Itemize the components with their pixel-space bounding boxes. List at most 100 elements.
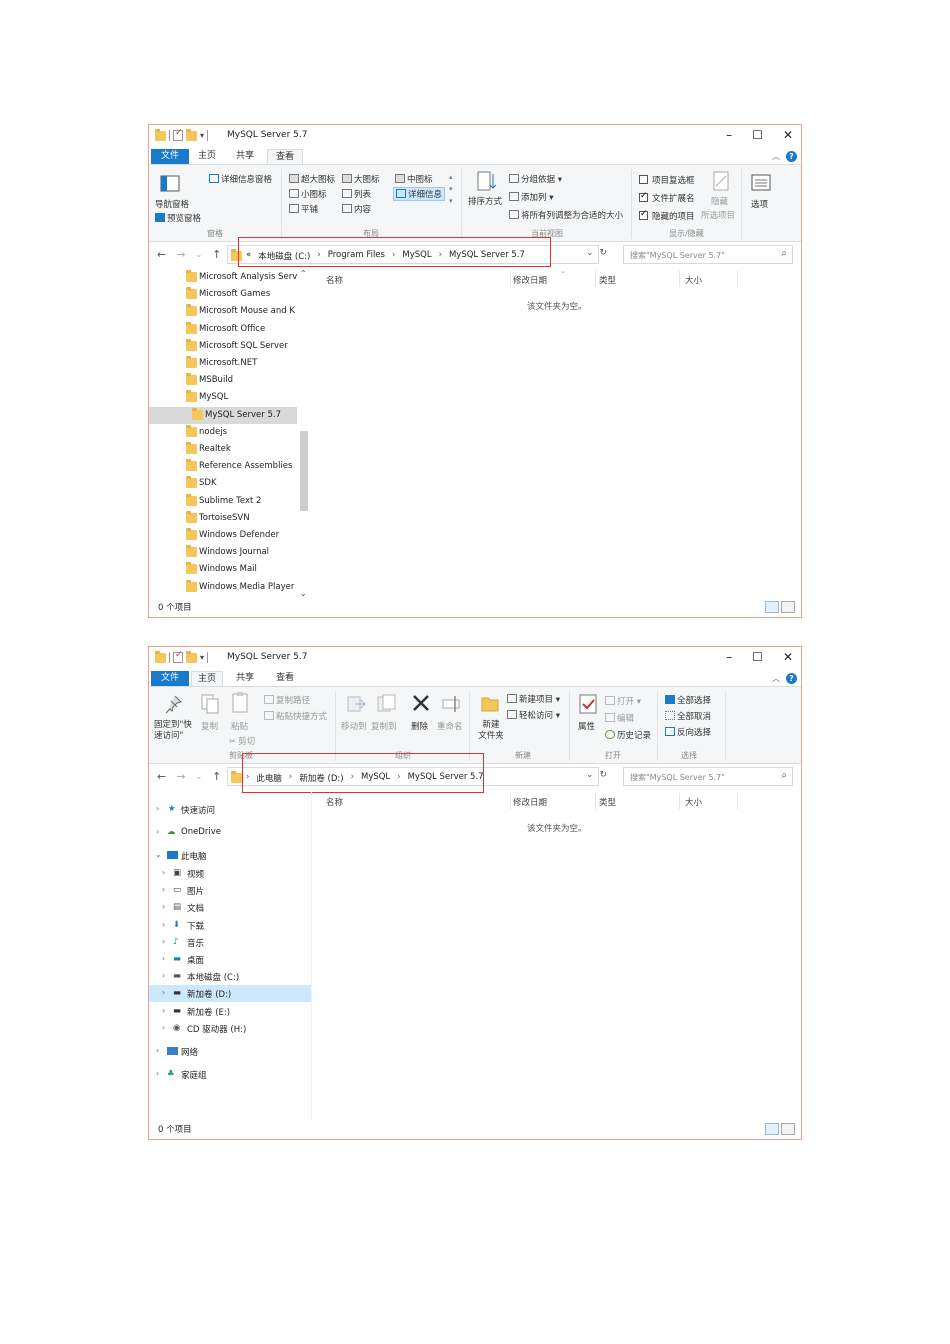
preview-pane-button[interactable]: 预览窗格 [155, 212, 201, 224]
tree-item-pc-child[interactable]: › ▬ 新加卷 (D:) [149, 985, 311, 1003]
expand-arrow-icon[interactable]: › [162, 885, 165, 894]
help-icon[interactable]: ? [786, 673, 797, 684]
expand-arrow-icon[interactable]: › [156, 1046, 159, 1055]
properties-icon[interactable] [173, 650, 183, 663]
nav-folder-item[interactable]: Realtek [149, 441, 297, 458]
column-size[interactable]: 大小 [685, 274, 702, 286]
tab-share[interactable]: 共享 [229, 671, 261, 686]
navigation-pane-button[interactable]: 导航窗格 [155, 198, 189, 210]
nav-folder-item[interactable]: Microsoft.NET [149, 355, 297, 372]
column-name[interactable]: 名称 [326, 274, 343, 286]
nav-folder-item[interactable]: MySQL [149, 389, 297, 406]
large-icons-view-icon[interactable] [781, 601, 795, 613]
nav-folder-item[interactable]: Windows Defender [149, 527, 297, 544]
customize-dropdown-icon[interactable]: ▾ [200, 653, 204, 662]
nav-folder-item[interactable]: Microsoft Games [149, 286, 297, 303]
tree-item-onedrive[interactable]: › ☁ OneDrive [149, 824, 311, 841]
recent-dropdown-icon[interactable]: ⌄ [195, 248, 202, 261]
collapse-ribbon-icon[interactable]: ︿ [772, 673, 780, 684]
tree-item-pc-child[interactable]: › ▤ 文档 [149, 899, 311, 916]
nav-folder-item[interactable]: MySQL Server 5.7 [149, 406, 297, 424]
expand-arrow-icon[interactable]: › [162, 920, 165, 929]
content-option[interactable]: 内容 [342, 203, 371, 215]
tree-item-pc-child[interactable]: › ⬇ 下载 [149, 917, 311, 934]
item-checkboxes-toggle[interactable]: 项目复选框 [639, 174, 695, 186]
new-folder-icon[interactable] [186, 650, 197, 663]
paste-button[interactable]: 粘贴 [231, 720, 248, 732]
pin-to-quick-access-button[interactable]: 固定到"快速访问" [154, 720, 196, 742]
minimize-button[interactable]: – [726, 128, 732, 142]
nav-folder-item[interactable]: Windows Journal [149, 544, 297, 561]
maximize-button[interactable]: ☐ [752, 650, 763, 664]
close-button[interactable]: ✕ [783, 650, 793, 664]
hide-selected-label[interactable]: 隐藏 [711, 195, 728, 207]
hidden-items-toggle[interactable]: 隐藏的项目 [639, 209, 695, 222]
nav-folder-item[interactable]: Microsoft SQL Server [149, 338, 297, 355]
select-none-button[interactable]: 全部取消 [665, 710, 711, 722]
delete-button[interactable]: 删除 [411, 720, 428, 732]
expand-arrow-icon[interactable]: › [162, 971, 165, 980]
maximize-button[interactable]: ☐ [752, 128, 763, 142]
tree-item-pc-child[interactable]: › ▬ 桌面 [149, 951, 311, 968]
tab-view[interactable]: 查看 [267, 149, 303, 164]
nav-folder-item[interactable]: TortoiseSVN [149, 510, 297, 527]
size-all-columns-button[interactable]: 将所有列调整为合适的大小 [509, 209, 623, 221]
up-arrow-icon[interactable]: ↑ [212, 248, 221, 261]
move-to-button[interactable]: 移动到 [341, 720, 367, 732]
nav-folder-item[interactable]: Windows Media Player [149, 579, 297, 596]
list-option[interactable]: 列表 [342, 188, 371, 200]
tree-item-homegroup[interactable]: › ♣ 家庭组 [149, 1066, 311, 1083]
expand-arrow-icon[interactable]: › [162, 988, 165, 997]
vertical-scrollbar[interactable]: ⌃ ⌄ [299, 269, 309, 599]
forward-arrow-icon[interactable]: → [176, 770, 185, 783]
nav-folder-item[interactable]: SDK [149, 475, 297, 492]
search-box[interactable]: 搜索"MySQL Server 5.7" ⌕ [623, 245, 793, 264]
tree-item-pc-child[interactable]: › ♪ 音乐 [149, 934, 311, 951]
minimize-button[interactable]: – [726, 650, 732, 664]
details-view-icon[interactable] [765, 601, 779, 613]
copy-path-button[interactable]: 复制路径 [264, 694, 310, 706]
expand-arrow-icon[interactable]: › [162, 1023, 165, 1032]
tree-item-quick-access[interactable]: › ★ 快速访问 [149, 801, 311, 818]
help-icon[interactable]: ? [786, 151, 797, 162]
paste-shortcut-button[interactable]: 粘贴快捷方式 [264, 710, 327, 722]
tab-home[interactable]: 主页 [191, 149, 223, 164]
address-dropdown-icon[interactable]: ⌄ [586, 770, 594, 780]
collapse-ribbon-icon[interactable]: ︿ [772, 151, 780, 162]
large-icons-view-icon[interactable] [781, 1123, 795, 1135]
tree-item-pc-child[interactable]: › ◉ CD 驱动器 (H:) [149, 1020, 311, 1037]
small-icons-option[interactable]: 小图标 [289, 188, 327, 200]
details-option[interactable]: 详细信息 [393, 187, 446, 201]
recent-dropdown-icon[interactable]: ⌄ [195, 770, 202, 783]
column-size[interactable]: 大小 [685, 796, 702, 808]
nav-folder-item[interactable]: Windows Mail [149, 561, 297, 578]
tree-item-network[interactable]: › 网络 [149, 1043, 311, 1060]
column-name[interactable]: 名称 [326, 796, 343, 808]
large-icons-option[interactable]: 大图标 [342, 173, 380, 185]
expand-arrow-icon[interactable]: › [162, 902, 165, 911]
easy-access-button[interactable]: 轻松访问 ▾ [507, 709, 560, 721]
nav-folder-item[interactable]: Microsoft Mouse and K [149, 303, 297, 320]
copy-to-button[interactable]: 复制到 [371, 720, 397, 732]
open-button[interactable]: 打开 ▾ [605, 695, 641, 707]
refresh-icon[interactable]: ↻ [600, 248, 608, 258]
tab-file[interactable]: 文件 [151, 149, 189, 164]
expand-arrow-icon[interactable]: › [156, 827, 159, 836]
back-arrow-icon[interactable]: ← [157, 770, 166, 783]
scroll-thumb[interactable] [300, 431, 308, 511]
nav-folder-item[interactable]: Microsoft Analysis Servi [149, 269, 297, 286]
properties-icon[interactable] [173, 128, 183, 141]
refresh-icon[interactable]: ↻ [600, 770, 608, 780]
nav-folder-item[interactable]: MSBuild [149, 372, 297, 389]
tree-item-pc-child[interactable]: › ▣ 视频 [149, 865, 311, 882]
customize-dropdown-icon[interactable]: ▾ [200, 131, 204, 140]
new-item-button[interactable]: 新建项目 ▾ [507, 693, 560, 705]
tree-item-pc-child[interactable]: › ▬ 本地磁盘 (C:) [149, 968, 311, 985]
options-button[interactable]: 选项 [751, 198, 768, 210]
expand-arrow-icon[interactable]: › [162, 954, 165, 963]
expand-arrow-icon[interactable]: › [162, 937, 165, 946]
properties-button[interactable]: 属性 [578, 720, 595, 732]
collapse-arrow-icon[interactable]: ⌄ [155, 850, 162, 859]
rename-button[interactable]: 重命名 [437, 720, 463, 732]
copy-button[interactable]: 复制 [201, 720, 218, 732]
